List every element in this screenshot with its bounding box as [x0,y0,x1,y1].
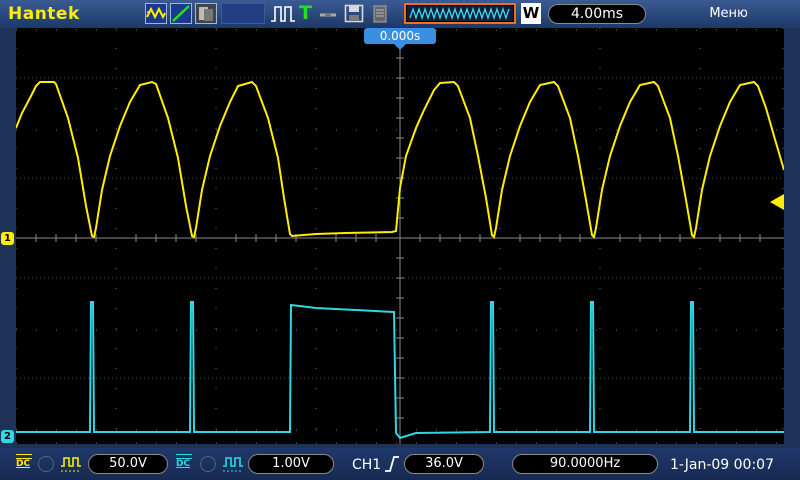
ch1-invert-icon[interactable] [60,454,82,478]
trigger-time-label: 0.000s [379,29,421,43]
ch2-dc-text: DC [176,459,191,469]
ch1-volts-div[interactable]: 50.0V [88,454,168,474]
ch2-coupling-label[interactable]: DC [176,454,192,469]
menu-button[interactable]: Меню [709,6,748,21]
memory-depth-icon[interactable] [404,3,516,24]
graticule-and-traces [16,28,784,444]
top-toolbar: Hantek T W 4.00ms Меню [0,0,800,28]
ch2-invert-icon[interactable] [222,454,244,478]
center-axis-ticks [35,37,761,419]
waveform-display: 0.000s [16,28,784,444]
ch2-bw-limit-icon[interactable] [200,456,216,472]
timebase-mode-label[interactable]: W [521,3,541,24]
vector-line-icon[interactable] [170,3,192,24]
persistence-icon[interactable] [195,3,217,24]
waveform-icon[interactable] [145,3,167,24]
ch1-dc-text: DC [16,459,31,469]
ch2-ground-marker[interactable]: 2 [1,430,14,443]
save-icon[interactable] [344,3,364,24]
ch1-ground-marker[interactable]: 1 [1,232,14,245]
status-box [221,3,265,24]
ch1-coupling-label[interactable]: DC [16,454,32,469]
brand-logo: Hantek [8,4,80,24]
rising-edge-icon[interactable] [384,455,400,477]
trigger-position-marker[interactable]: 0.000s [364,28,436,44]
status-bar: DC 50.0V DC 1.00V CH1 36.0V 90.0000Hz 1-… [0,448,800,480]
trigger-source-label[interactable]: CH1 [352,457,381,473]
connection-icon [318,3,338,24]
ch1-bw-limit-icon[interactable] [38,456,54,472]
storage-icon[interactable] [370,3,390,24]
trigger-level-value[interactable]: 36.0V [404,454,484,474]
datetime-readout: 1-Jan-09 00:07 [670,457,774,473]
ch2-volts-div[interactable]: 1.00V [248,454,334,474]
pulse-trigger-icon[interactable] [270,3,296,24]
timebase-value[interactable]: 4.00ms [548,4,646,24]
trigger-level-arrow[interactable] [770,194,784,210]
trigger-position-pointer [394,44,406,50]
center-axes [16,28,784,444]
trigger-mode-label[interactable]: T [299,3,313,24]
frequency-readout: 90.0000Hz [512,454,658,474]
